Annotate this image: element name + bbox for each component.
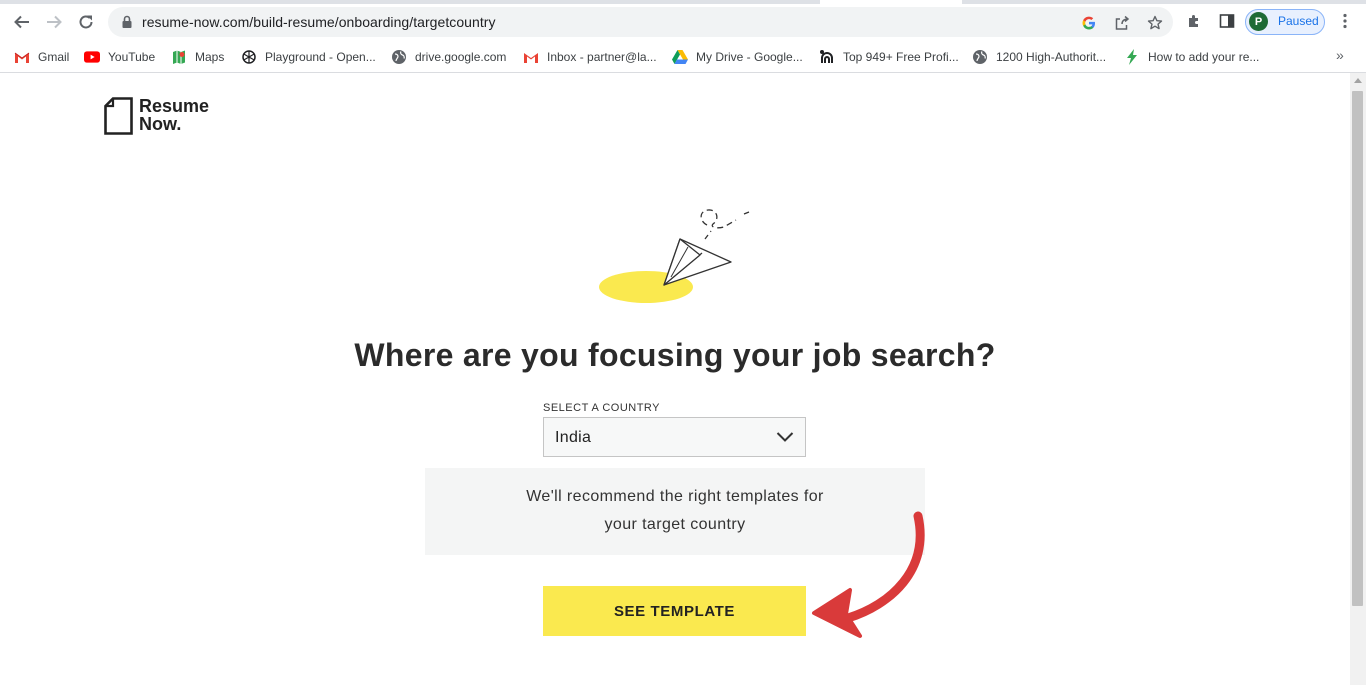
forward-icon[interactable] xyxy=(42,10,66,34)
drive-icon xyxy=(672,49,688,65)
bookmark-1200-high-authority[interactable]: 1200 High-Authorit... xyxy=(972,48,1106,66)
document-logo-icon xyxy=(104,97,133,135)
globe-icon xyxy=(972,49,988,65)
tab-strip-edge xyxy=(0,0,820,4)
gmail-icon xyxy=(523,49,539,65)
openai-icon xyxy=(241,49,257,65)
bookmark-label: drive.google.com xyxy=(415,50,507,64)
bookmark-how-to-add[interactable]: How to add your re... xyxy=(1124,48,1259,66)
see-template-button[interactable]: SEE TEMPLATE xyxy=(543,586,806,636)
vertical-scrollbar[interactable] xyxy=(1350,73,1366,685)
bookmarks-overflow-icon[interactable]: » xyxy=(1336,47,1344,63)
bookmark-label: Playground - Open... xyxy=(265,50,376,64)
bookmarks-bar: Gmail YouTube Maps Playground - Open... … xyxy=(0,42,1366,73)
bookmark-label: My Drive - Google... xyxy=(696,50,803,64)
back-icon[interactable] xyxy=(10,10,34,34)
country-select-value: India xyxy=(555,429,592,446)
bookmark-playground[interactable]: Playground - Open... xyxy=(241,48,376,66)
youtube-icon xyxy=(84,49,100,65)
maps-icon xyxy=(171,49,187,65)
bookmark-label: YouTube xyxy=(108,50,156,64)
share-icon[interactable] xyxy=(1113,14,1131,32)
globe-icon xyxy=(391,49,407,65)
lock-icon xyxy=(121,15,133,34)
avatar: P xyxy=(1249,12,1268,31)
bookmark-label: Inbox - partner@la... xyxy=(547,50,657,64)
country-select-label: SELECT A COUNTRY xyxy=(543,402,661,414)
bookmark-label: Gmail xyxy=(38,50,70,64)
bookmark-youtube[interactable]: YouTube xyxy=(84,48,155,66)
google-icon[interactable] xyxy=(1080,14,1098,32)
profile-status: Paused xyxy=(1278,14,1319,28)
reload-icon[interactable] xyxy=(74,10,98,34)
page-content: Resume Now. Where are you focusing your … xyxy=(0,73,1350,685)
bookmark-drive-google[interactable]: drive.google.com xyxy=(391,48,506,66)
bookmark-maps[interactable]: Maps xyxy=(171,48,224,66)
url-text: resume-now.com/build-resume/onboarding/t… xyxy=(142,14,496,30)
profile-paused-button[interactable]: P Paused xyxy=(1245,9,1325,35)
bookmark-my-drive[interactable]: My Drive - Google... xyxy=(672,48,803,66)
info-text-line-1: We'll recommend the right templates for xyxy=(526,488,824,505)
bookmark-top-949[interactable]: Top 949+ Free Profi... xyxy=(819,48,959,66)
chevron-down-icon xyxy=(776,432,794,442)
bookmark-gmail[interactable]: Gmail xyxy=(14,48,69,66)
red-annotation-arrow-icon xyxy=(812,511,925,638)
bolt-icon xyxy=(1124,49,1140,65)
bookmark-label: 1200 High-Authorit... xyxy=(996,50,1107,64)
browser-toolbar: resume-now.com/build-resume/onboarding/t… xyxy=(0,0,1366,42)
scroll-up-icon[interactable] xyxy=(1354,78,1362,83)
scrollbar-thumb[interactable] xyxy=(1352,91,1363,606)
paper-plane-illustration xyxy=(599,209,750,303)
address-bar[interactable]: resume-now.com/build-resume/onboarding/t… xyxy=(108,7,1173,37)
gmail-icon xyxy=(14,49,30,65)
bookmark-site-icon xyxy=(819,49,835,65)
resume-now-logo[interactable]: Resume Now. xyxy=(104,97,209,135)
star-icon[interactable] xyxy=(1146,14,1164,32)
country-select[interactable]: India xyxy=(543,417,806,457)
bookmark-inbox[interactable]: Inbox - partner@la... xyxy=(523,48,657,66)
logo-line-2: Now. xyxy=(139,114,182,134)
logo-line-1: Resume xyxy=(139,96,210,116)
more-menu-icon[interactable] xyxy=(1335,11,1355,31)
tab-strip-edge-right xyxy=(962,0,1366,4)
bookmark-label: How to add your re... xyxy=(1148,50,1260,64)
side-panel-icon[interactable] xyxy=(1217,11,1237,31)
extensions-icon[interactable] xyxy=(1184,11,1204,31)
bookmark-label: Top 949+ Free Profi... xyxy=(843,50,959,64)
page-title: Where are you focusing your job search? xyxy=(354,337,996,373)
bookmark-label: Maps xyxy=(195,50,225,64)
